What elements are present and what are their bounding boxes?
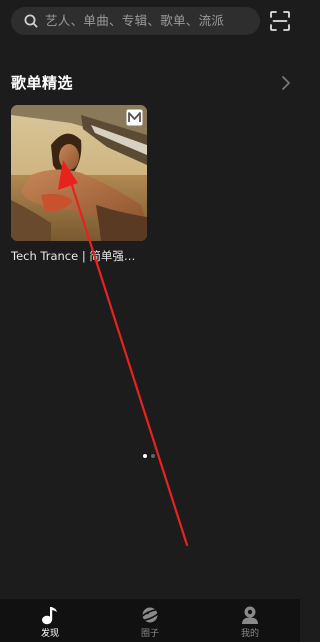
playlist-cover-image[interactable] [11,105,147,241]
section-header: 歌单精选 [0,70,300,96]
nav-item-circle[interactable]: 圈子 [100,599,200,642]
badge-icon [126,109,143,126]
chevron-right-icon[interactable] [280,75,292,91]
nav-label: 我的 [240,629,259,639]
playlist-card[interactable]: Tech Trance | 简单强… [11,105,147,265]
page-dot-active [143,454,147,458]
nav-label: 圈子 [140,629,159,639]
top-bar: 艺人、单曲、专辑、歌单、流派 [0,0,300,42]
search-input[interactable]: 艺人、单曲、专辑、歌单、流派 [11,7,260,35]
nav-item-discover[interactable]: 发现 [0,599,100,642]
annotation-arrow [58,160,189,547]
nav-item-mine[interactable]: 我的 [200,599,300,642]
nav-label: 发现 [40,629,59,639]
search-placeholder: 艺人、单曲、专辑、歌单、流派 [45,13,225,28]
carousel-page-indicator [143,454,159,460]
playlist-title: Tech Trance | 简单强… [11,249,136,263]
section-title: 歌单精选 [11,74,74,92]
planet-icon [139,607,161,623]
page-dot [151,454,155,458]
search-icon [24,14,38,28]
music-note-icon [42,607,57,625]
scan-icon[interactable] [268,9,292,33]
profile-icon [242,606,258,624]
bottom-nav: 发现 圈子 我的 [0,599,300,642]
